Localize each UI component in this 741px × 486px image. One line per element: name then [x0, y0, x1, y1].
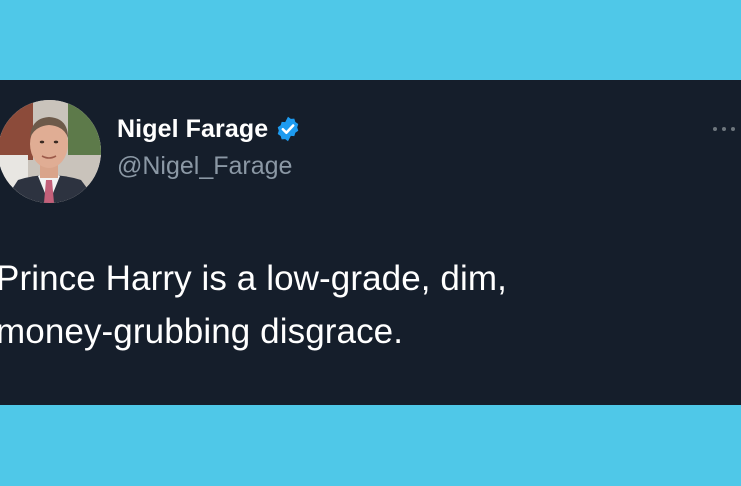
avatar[interactable]: [0, 100, 101, 203]
verified-badge-icon: [274, 115, 302, 143]
display-name[interactable]: Nigel Farage: [117, 115, 268, 144]
user-handle[interactable]: @Nigel_Farage: [117, 152, 292, 181]
dot-icon: [722, 127, 726, 131]
author-row: Nigel Farage: [117, 113, 302, 145]
profile-photo: [0, 100, 101, 203]
dot-icon: [713, 127, 717, 131]
tweet-text: Prince Harry is a low-grade, dim, money-…: [0, 259, 507, 351]
tweet-card[interactable]: Nigel Farage @Nigel_Farage Prince Harry …: [0, 80, 741, 405]
dot-icon: [731, 127, 735, 131]
more-options-icon[interactable]: [713, 124, 741, 134]
